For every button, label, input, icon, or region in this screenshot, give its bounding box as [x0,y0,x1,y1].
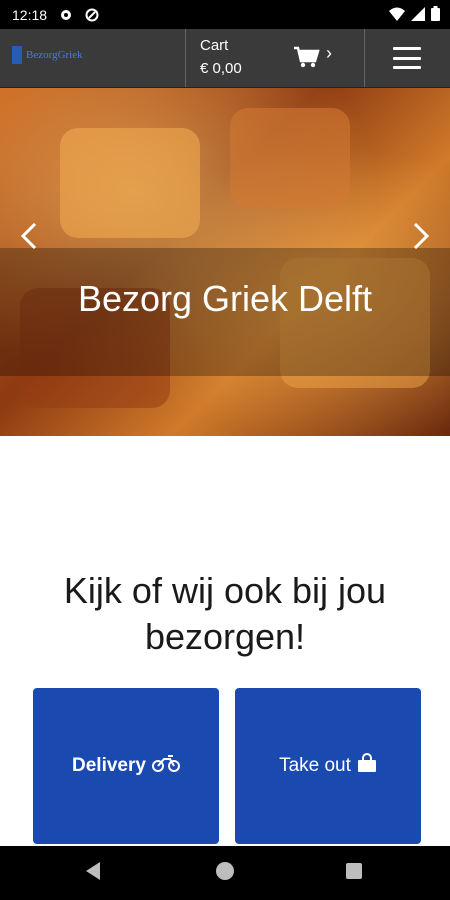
battery-icon [431,6,440,26]
status-bar: 12:18 [0,0,450,29]
cart-icon [294,46,320,68]
app-header: BezorgGriek Cart € 0,00 › [0,29,450,88]
takeout-button[interactable]: Take out [235,688,421,844]
delivery-button[interactable]: Delivery [33,688,219,844]
site-logo[interactable]: BezorgGriek [12,43,112,67]
sync-icon [85,8,99,22]
hero-carousel: Bezorg Griek Delft [0,88,450,436]
status-time: 12:18 [12,6,48,23]
menu-button[interactable] [364,29,450,87]
hamburger-icon [393,47,421,69]
wifi-icon [389,7,405,26]
chevron-right-icon: › [326,43,332,63]
signal-icon [411,6,425,26]
motorcycle-icon [151,754,180,778]
carousel-next-button[interactable] [406,216,436,256]
delivery-check-heading: Kijk of wij ook bij jou bezorgen! [63,570,387,657]
settings-icon [59,8,73,22]
cart-button[interactable]: Cart € 0,00 › [185,29,365,87]
cart-amount: € 0,00 [200,60,242,77]
delivery-label: Delivery [72,755,146,776]
hero-title: Bezorg Griek Delft [77,278,373,319]
logo-mark [12,46,22,64]
shopping-bag-icon [357,753,377,779]
takeout-label: Take out [279,755,351,776]
back-icon[interactable] [86,862,100,880]
home-icon[interactable] [216,862,234,880]
carousel-prev-button[interactable] [14,216,44,256]
cart-label: Cart [200,37,229,54]
system-nav-bar [0,846,450,900]
logo-text: BezorgGriek [26,49,83,61]
recent-apps-icon[interactable] [346,863,362,879]
